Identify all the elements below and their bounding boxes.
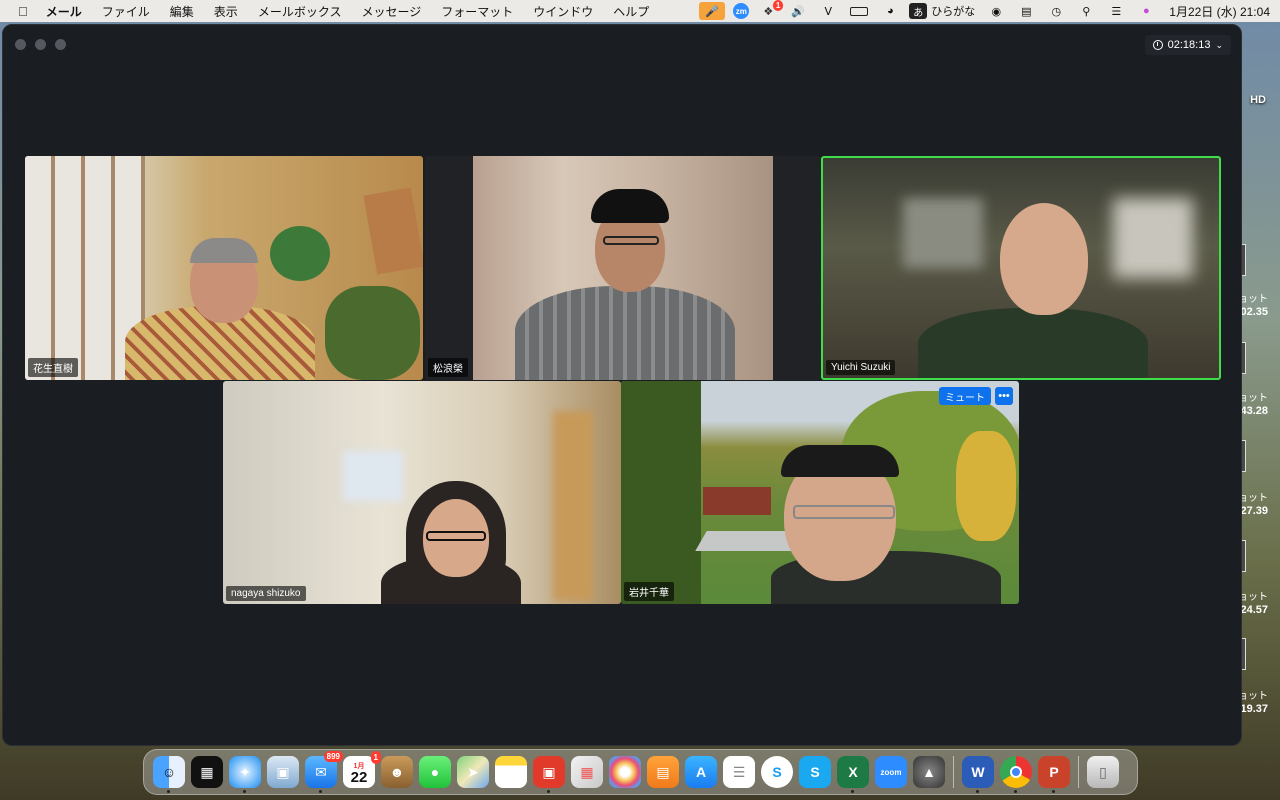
menu-bar:  メール ファイル 編集 表示 メールボックス メッセージ フォーマット ウイ…: [0, 0, 1280, 22]
zoom-status-icon[interactable]: zm: [733, 3, 750, 19]
user-icon[interactable]: ◉: [985, 2, 1007, 20]
maps-icon[interactable]: ➤: [457, 756, 489, 788]
window-close-button[interactable]: [15, 39, 26, 50]
search-icon[interactable]: ⚲: [1075, 2, 1097, 20]
window-fullscreen-button[interactable]: [55, 39, 66, 50]
photo-booth-icon[interactable]: ▣: [533, 756, 565, 793]
zoom-icon[interactable]: zoom: [875, 756, 907, 788]
mail-icon[interactable]: ✉ 899: [305, 751, 343, 793]
time-machine-icon[interactable]: ◷: [1045, 2, 1067, 20]
desktop-drive-label[interactable]: HD: [1250, 94, 1266, 106]
more-options-button[interactable]: •••: [995, 387, 1013, 405]
menu-clock[interactable]: 1月22日 (水) 21:04: [1169, 3, 1270, 20]
siri-icon[interactable]: ●: [1135, 2, 1157, 20]
launchpad-icon[interactable]: ▦: [571, 756, 603, 788]
skype-business-icon[interactable]: S: [799, 756, 831, 788]
dock-separator: [1078, 756, 1079, 788]
safari-icon[interactable]: ✦: [229, 756, 261, 793]
desktop-file-label[interactable]: ョット 43.28: [1238, 392, 1268, 418]
meeting-timer[interactable]: 02:18:13 ⌄: [1144, 35, 1231, 55]
battery-icon[interactable]: [847, 2, 871, 20]
bluetooth-icon[interactable]: ᐯ: [817, 2, 839, 20]
dock: ☺ ▦ ✦ ▣ ✉ 899 1月 22 1 ☻ ● ➤ ▣ ▦ ▤ A ☰ S S X…: [143, 749, 1138, 795]
dock-separator: [953, 756, 954, 788]
calendar-day: 22: [350, 769, 368, 786]
reminders-icon[interactable]: ☰: [723, 756, 755, 788]
zoom-meeting-window: 02:18:13 ⌄ 花生直樹 松浪榮 Yuichi Suzuki nagaya…: [2, 24, 1242, 746]
video-tile-active-speaker[interactable]: Yuichi Suzuki: [821, 156, 1221, 380]
participant-name: Yuichi Suzuki: [826, 360, 896, 375]
desktop-file-label[interactable]: ョット 27.39: [1238, 492, 1268, 518]
keynote-icon[interactable]: ▲: [913, 756, 945, 788]
clock-icon: [1152, 40, 1163, 50]
video-tile[interactable]: nagaya shizuko: [223, 381, 621, 604]
calendar-icon[interactable]: 1月 22 1: [343, 751, 381, 788]
menu-message[interactable]: メッセージ: [351, 3, 431, 20]
trash-icon[interactable]: ▯: [1087, 756, 1119, 788]
volume-icon[interactable]: 🔊: [787, 2, 809, 20]
excel-icon[interactable]: X: [837, 756, 869, 793]
ime-label[interactable]: ひらがな: [931, 3, 975, 19]
photos-icon[interactable]: [609, 756, 641, 788]
app-store-icon[interactable]: A: [685, 756, 717, 788]
desktop-file-label[interactable]: ョット 19.37: [1238, 690, 1268, 716]
desktop-file-label[interactable]: ョット 02.35: [1238, 293, 1268, 319]
menu-view[interactable]: 表示: [204, 3, 248, 20]
menu-format[interactable]: フォーマット: [431, 3, 523, 20]
mission-control-icon[interactable]: ▦: [191, 756, 223, 788]
participant-name: 岩井千華: [624, 582, 674, 601]
finder-icon[interactable]: ☺: [153, 756, 185, 793]
word-icon[interactable]: W: [962, 756, 994, 793]
menu-window[interactable]: ウインドウ: [523, 3, 603, 20]
control-center-icon[interactable]: ☰: [1105, 2, 1127, 20]
mail-badge: 899: [323, 751, 343, 762]
skype-icon[interactable]: S: [761, 756, 793, 788]
dropbox-icon[interactable]: ❖ 1: [757, 0, 784, 20]
video-tile[interactable]: 松浪榮: [425, 156, 821, 380]
menu-mailbox[interactable]: メールボックス: [248, 3, 352, 20]
window-minimize-button[interactable]: [35, 39, 46, 50]
video-tile[interactable]: 花生直樹: [25, 156, 423, 380]
microphone-icon[interactable]: 🎤: [699, 2, 726, 20]
menu-app-name[interactable]: メール: [36, 3, 92, 20]
desktop-file-label[interactable]: ョット 24.57: [1238, 591, 1268, 617]
participant-name: nagaya shizuko: [226, 586, 306, 601]
contacts-icon[interactable]: ☻: [381, 756, 413, 788]
chrome-icon[interactable]: [1000, 756, 1032, 793]
participant-name: 松浪榮: [428, 358, 468, 377]
wifi-icon[interactable]: ◕: [879, 2, 901, 20]
battery-status-icon[interactable]: ▤: [1015, 2, 1037, 20]
menu-file[interactable]: ファイル: [92, 3, 160, 20]
mute-participant-button[interactable]: ミュート: [939, 387, 991, 405]
messages-icon[interactable]: ●: [419, 756, 451, 788]
books-icon[interactable]: ▤: [647, 756, 679, 788]
notes-icon[interactable]: [495, 756, 527, 788]
calendar-badge: 1: [370, 751, 381, 764]
ime-icon[interactable]: あ: [909, 3, 928, 19]
powerpoint-icon[interactable]: P: [1038, 756, 1070, 793]
chevron-down-icon: ⌄: [1215, 39, 1223, 50]
dropbox-badge: 1: [772, 0, 784, 11]
video-tile[interactable]: ミュート ••• 岩井千華: [621, 381, 1019, 604]
meeting-timer-value: 02:18:13: [1167, 39, 1211, 51]
participant-name: 花生直樹: [28, 358, 78, 377]
apple-menu-icon[interactable]: : [14, 4, 36, 19]
menu-edit[interactable]: 編集: [160, 3, 204, 20]
menu-help[interactable]: ヘルプ: [603, 3, 659, 20]
preview-icon[interactable]: ▣: [267, 756, 299, 788]
